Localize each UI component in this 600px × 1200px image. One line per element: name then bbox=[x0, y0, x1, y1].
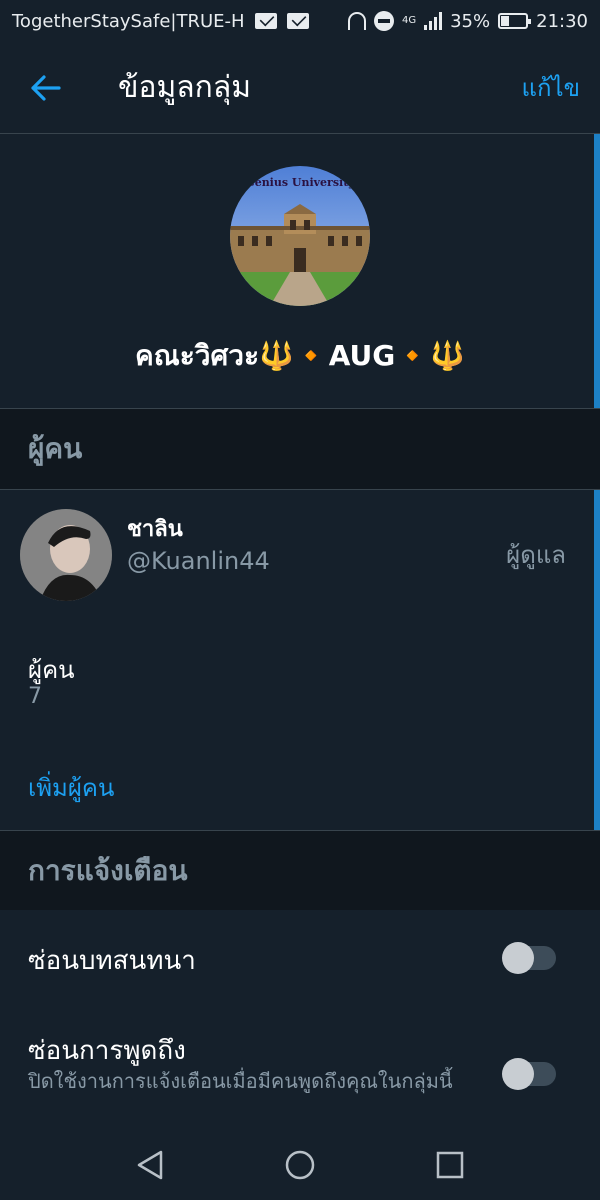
avatar bbox=[20, 509, 112, 601]
people-count-value: 7 bbox=[28, 684, 42, 709]
member-row[interactable]: ชาลิน @Kuanlin44 ผู้ดูแล bbox=[0, 491, 600, 601]
setting-hide-mentions[interactable]: ซ่อนการพูดถึง ปิดใช้งานการแจ้งเตือนเมื่อ… bbox=[0, 1030, 600, 1120]
system-navigation-bar bbox=[0, 1130, 600, 1200]
setting-description: ปิดใช้งานการแจ้งเตือนเมื่อมีคนพูดถึงคุณใ… bbox=[28, 1069, 453, 1093]
status-bar: TogetherStaySafe|TRUE-H 4G 35% 21:30 bbox=[0, 0, 600, 42]
signal-icon bbox=[424, 12, 443, 30]
battery-icon bbox=[498, 13, 532, 29]
mail-icon bbox=[254, 13, 277, 29]
do-not-disturb-icon bbox=[373, 11, 394, 31]
group-avatar[interactable]: Genius University bbox=[230, 166, 370, 306]
network-type: 4G bbox=[401, 15, 417, 26]
triangle-back-icon bbox=[137, 1150, 163, 1180]
group-header: Genius University คณะวิศวะ🔱🔸AUG🔸🔱 bbox=[0, 134, 600, 409]
section-header-notifications: การแจ้งเตือน bbox=[0, 830, 600, 910]
svg-text:Genius University: Genius University bbox=[245, 176, 355, 189]
setting-hide-conversation[interactable]: ซ่อนบทสนทนา bbox=[0, 940, 600, 980]
hide-conversation-toggle[interactable] bbox=[502, 942, 556, 974]
nav-home-button[interactable] bbox=[280, 1145, 320, 1185]
battery-percent: 35% bbox=[450, 10, 491, 32]
toggle-knob bbox=[502, 1058, 534, 1090]
hide-mentions-toggle[interactable] bbox=[502, 1058, 556, 1090]
page-title: ข้อมูลกลุ่ม bbox=[118, 70, 252, 105]
square-recents-icon bbox=[436, 1151, 464, 1179]
app-bar: ข้อมูลกลุ่ม แก้ไข bbox=[0, 42, 600, 134]
arrow-left-icon bbox=[31, 74, 61, 101]
add-people-link[interactable]: เพิ่มผู้คน bbox=[28, 768, 114, 807]
member-name: ชาลิน bbox=[127, 517, 183, 542]
edit-button[interactable]: แก้ไข bbox=[522, 68, 580, 107]
setting-label: ซ่อนการพูดถึง bbox=[28, 1036, 186, 1066]
toggle-knob bbox=[502, 942, 534, 974]
setting-label: ซ่อนบทสนทนา bbox=[28, 946, 196, 976]
member-handle: @Kuanlin44 bbox=[127, 547, 270, 575]
nav-recents-button[interactable] bbox=[430, 1145, 470, 1185]
clock: 21:30 bbox=[536, 10, 588, 32]
back-button[interactable] bbox=[16, 58, 76, 118]
carrier-name: TogetherStaySafe|TRUE-H bbox=[12, 10, 245, 32]
circle-home-icon bbox=[285, 1150, 315, 1180]
mail-icon bbox=[286, 13, 309, 29]
group-name: คณะวิศวะ🔱🔸AUG🔸🔱 bbox=[135, 339, 465, 372]
section-header-people: ผู้คน bbox=[0, 409, 600, 490]
member-role: ผู้ดูแล bbox=[506, 541, 566, 569]
headset-icon bbox=[347, 12, 366, 30]
university-building-image: Genius University bbox=[230, 166, 370, 306]
nav-back-button[interactable] bbox=[130, 1145, 170, 1185]
